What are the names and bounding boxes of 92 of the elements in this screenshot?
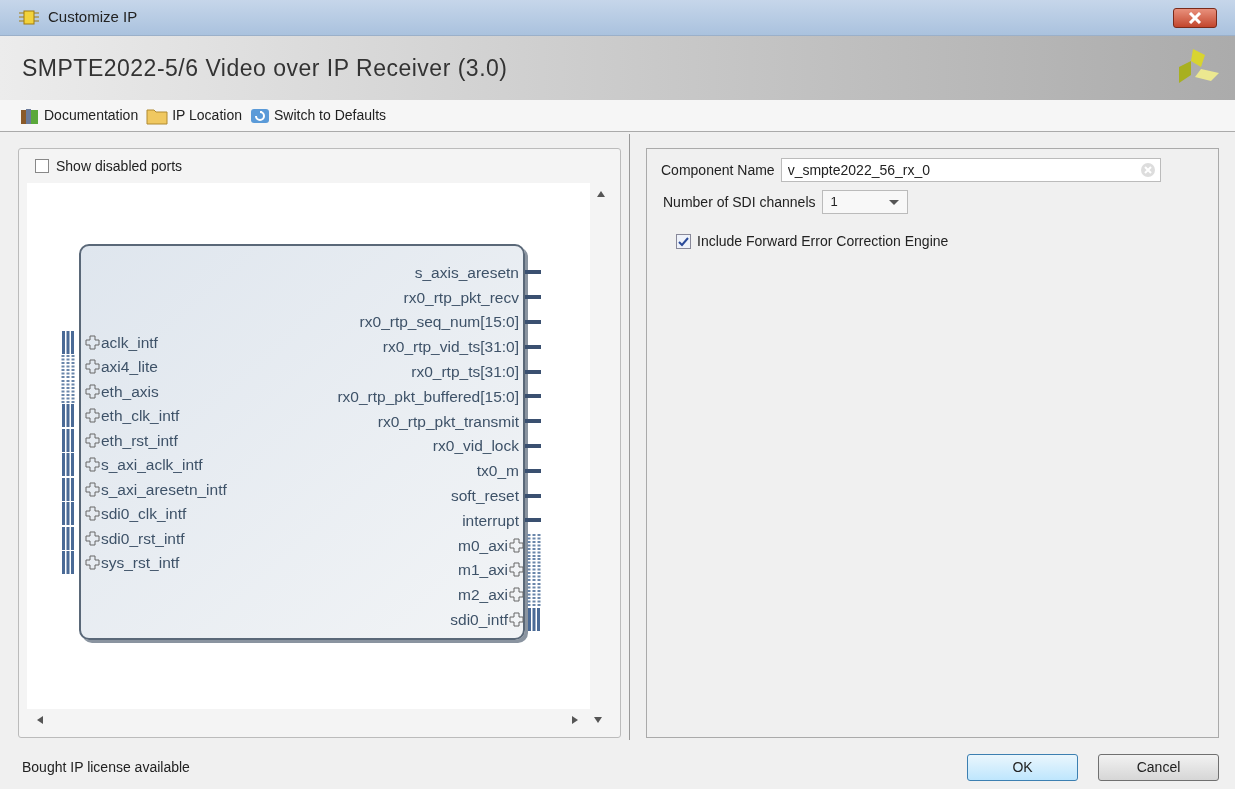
wire-stub	[525, 443, 541, 448]
status-text: Bought IP license available	[22, 758, 190, 777]
dotted-bus-icon	[61, 379, 75, 403]
port-label: eth_rst_intf	[101, 430, 178, 451]
wire-stub	[525, 394, 541, 399]
down-arrow-icon[interactable]	[594, 717, 602, 723]
dialog-button[interactable]: Cancel	[1098, 754, 1219, 781]
port-label: m2_axi	[458, 585, 508, 606]
port-label: rx0_rtp_vid_ts[31:0]	[382, 337, 519, 358]
port-label: sdi0_rst_intf	[101, 528, 185, 549]
plus-icon	[509, 562, 524, 578]
close-button[interactable]	[1173, 7, 1217, 28]
port-label: eth_axis	[101, 381, 159, 402]
port-label: s_axi_aclk_intf	[101, 455, 203, 476]
toolbar-button[interactable]: Documentation	[20, 105, 139, 126]
checkmark-icon	[678, 236, 689, 247]
left-arrow-icon[interactable]	[37, 716, 43, 724]
up-arrow-icon[interactable]	[597, 191, 605, 197]
bus-bars-icon	[61, 453, 75, 477]
plus-icon	[85, 334, 100, 350]
checkbox[interactable]	[35, 159, 49, 173]
dialog-button[interactable]: OK	[967, 754, 1078, 781]
port-label: tx0_m	[476, 461, 519, 482]
refresh-icon	[249, 106, 270, 125]
bus-bars-icon	[61, 404, 75, 428]
dotted-bus-icon	[527, 583, 541, 607]
wire-stub	[525, 344, 541, 349]
wire-stub	[525, 493, 541, 498]
checkbox[interactable]	[676, 234, 691, 249]
window-title: Customize IP	[48, 7, 138, 28]
port-label: axi4_lite	[101, 357, 158, 378]
bus-bars-icon	[61, 526, 75, 550]
checkbox-label: Include Forward Error Correction Engine	[697, 232, 949, 251]
port-label: rx0_rtp_pkt_buffered[15:0]	[337, 386, 519, 407]
plus-icon	[509, 612, 524, 628]
wire-stub	[525, 518, 541, 523]
plus-icon	[85, 457, 100, 473]
port-label: sdi0_clk_intf	[101, 504, 187, 525]
plus-icon	[85, 555, 100, 571]
port-label: rx0_rtp_ts[31:0]	[411, 361, 519, 382]
port-label: s_axi_aresetn_intf	[101, 479, 227, 500]
port-label: aclk_intf	[101, 332, 158, 353]
bus-bars-icon	[61, 428, 75, 452]
wire-stub	[525, 270, 541, 275]
port-label: s_axis_aresetn	[414, 262, 519, 283]
dotted-bus-icon	[527, 533, 541, 557]
wire-stub	[525, 369, 541, 374]
port-label: rx0_rtp_pkt_recv	[403, 287, 519, 308]
plus-icon	[85, 530, 100, 546]
port-label: rx0_rtp_seq_num[15:0]	[359, 312, 519, 333]
plus-icon	[85, 383, 100, 399]
plus-icon	[509, 587, 524, 603]
plus-icon	[85, 432, 100, 448]
field-label: Component Name	[661, 160, 775, 180]
dotted-bus-icon	[527, 558, 541, 582]
port-label: sdi0_intf	[450, 609, 508, 630]
checkbox-label: Show disabled ports	[56, 156, 183, 176]
bus-bars-icon	[61, 502, 75, 526]
books-icon	[20, 106, 40, 125]
wire-stub	[525, 295, 541, 300]
plus-icon	[85, 506, 100, 522]
plus-icon	[85, 481, 100, 497]
component-name-field[interactable]: v_smpte2022_56_rx_0	[780, 158, 1161, 182]
folder-icon	[146, 106, 169, 125]
bus-bars-icon	[61, 330, 75, 354]
wire-stub	[525, 468, 541, 473]
port-label: eth_clk_intf	[101, 406, 180, 427]
ip-title: SMPTE2022-5/6 Video over IP Receiver (3.0)	[22, 53, 508, 83]
bus-bars-icon	[61, 551, 75, 575]
port-label: rx0_vid_lock	[432, 436, 519, 457]
port-label: sys_rst_intf	[101, 553, 180, 574]
bus-bars-icon	[61, 477, 75, 501]
bus-bars-icon	[527, 608, 541, 632]
plus-icon	[509, 537, 524, 553]
plus-icon	[85, 359, 100, 375]
toolbar-button[interactable]: Switch to Defaults	[249, 105, 387, 126]
wire-stub	[525, 320, 541, 324]
dropdown-arrow-icon	[888, 199, 899, 205]
chip-icon	[18, 7, 40, 28]
field-label: Number of SDI channels	[663, 192, 816, 212]
port-label: soft_reset	[450, 485, 519, 506]
right-arrow-icon[interactable]	[572, 716, 578, 724]
port-label: m1_axi	[458, 560, 508, 581]
wire-stub	[525, 419, 541, 424]
port-label: rx0_rtp_pkt_transmit	[377, 411, 519, 432]
dotted-bus-icon	[61, 355, 75, 379]
plus-icon	[85, 408, 100, 424]
close-icon	[1188, 11, 1202, 24]
toolbar-button[interactable]: IP Location	[146, 105, 242, 126]
port-label: m0_axi	[458, 535, 508, 556]
port-label: interrupt	[462, 510, 519, 531]
sdi-channels-dropdown[interactable]: 1	[821, 190, 908, 214]
